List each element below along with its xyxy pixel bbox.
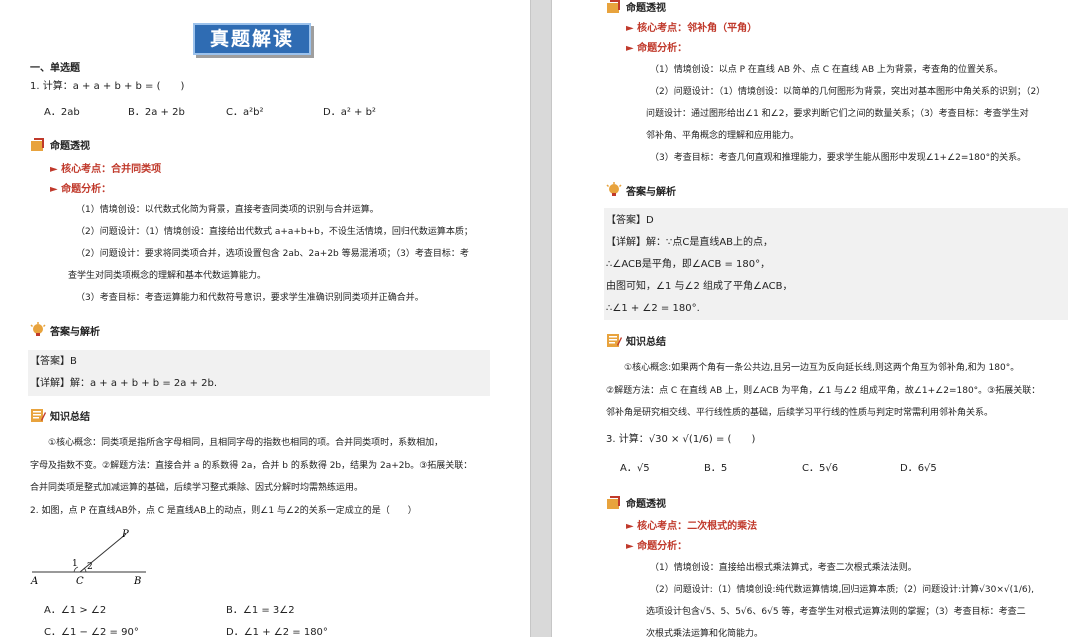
lightbulb-icon (30, 322, 46, 338)
summary-title: 知识总结 (626, 336, 666, 348)
q1-option-c: C．a²b² (226, 107, 264, 118)
core-point-2: ► 核心考点：二次根式的乘法 (626, 521, 758, 532)
question-2-stem: 2. 如图，点 P 在直线AB外，点 C 是直线AB上的动点，则∠1 与∠2的关… (30, 506, 417, 516)
analysis2-line-1: （1）情境创设：直接给出根式乘法算式，考查二次根式乘法法则。 (650, 563, 917, 573)
label-c: C (76, 576, 84, 587)
summary-line-1: ①核心概念：同类项是指所含字母相同，且相同字母的指数也相同的项。合并同类项时，系… (48, 438, 444, 448)
q2-option-c: C．∠1 − ∠2 = 90° (44, 627, 139, 637)
question-3-stem: 3. 计算：√30 × √(1/6) = ( ) (606, 434, 756, 445)
q1-option-b: B．2a + 2b (128, 107, 185, 118)
label-a: A (30, 576, 38, 587)
analysis-line-1: （1）情境创设：以代数式化简为背景，直接考查同类项的识别与合并运算。 (76, 205, 379, 215)
q2-option-a: A．∠1 > ∠2 (44, 605, 107, 616)
book-icon (606, 332, 622, 348)
core-point: ► 核心考点：邻补角（平角） (626, 23, 758, 34)
q1-option-a: A．2ab (44, 107, 80, 118)
analysis-line-5: （3）考查目标：考查运算能力和代数符号意识，要求学生准确识别同类项并正确合并。 (76, 293, 424, 303)
analysis-line-2: （2）问题设计：（1）情境创设：直接给出代数式 a+a+b+b，不设生活情境，回… (76, 227, 473, 237)
analysis-line-1: （1）情境创设：以点 P 在直线 AB 外、点 C 在直线 AB 上为背景，考查… (650, 65, 1003, 75)
q3-option-b: B．5 (704, 463, 728, 474)
answer-line: 【答案】B (30, 356, 77, 367)
lightbulb-icon (606, 182, 622, 198)
summary-line-2: 字母及指数不变。②解题方法：直接合并 a 的系数得 2a，合并 b 的系数得 2… (30, 461, 473, 471)
analysis-line-3: （2）问题设计：要求将同类项合并，选项设置包含 2ab、2a+2b 等易混淆项；… (76, 249, 469, 259)
summary-line-3: 邻补角是研究相交线、平行线性质的基础，后续学习平行线的性质与判定时常需利用邻补角… (606, 408, 994, 418)
summary-section-title-right: 知识总结 (606, 332, 666, 348)
angle-2-arc (83, 567, 87, 573)
q3-option-c: C．5√6 (802, 463, 839, 474)
analysis-line-4: 邻补角、平角概念的理解和应用能力。 (646, 131, 800, 141)
q1-option-d: D．a² + b² (323, 107, 376, 118)
summary-line-3: 合并同类项是整式加减运算的基础，后续学习整式乘除、因式分解时均需熟练运用。 (30, 483, 364, 493)
analysis2-section-title: 命题透视 (606, 494, 666, 510)
q3-option-a: A．√5 (620, 463, 650, 474)
analysis-line-3: 问题设计：通过图形给出∠1 和∠2，要求判断它们之间的数量关系；（3）考查目标：… (646, 109, 1029, 119)
detail-line-3: 由图可知，∠1 与∠2 组成了平角∠ACB， (606, 281, 793, 292)
label-2: 2 (87, 562, 93, 572)
section-heading: 一、单选题 (30, 63, 80, 74)
analysis-section-title-right: 命题透视 (606, 0, 666, 14)
label-1: 1 (72, 559, 78, 569)
summary-section-title: 知识总结 (30, 407, 90, 423)
pen-icon (606, 494, 622, 510)
detail-line-2: ∴∠ACB是平角，即∠ACB = 180°， (606, 259, 771, 270)
q2-option-d: D．∠1 + ∠2 = 180° (226, 627, 328, 637)
analysis2-label: ► 命题分析： (626, 541, 688, 552)
analysis2-title: 命题透视 (626, 498, 666, 510)
detail-line-1: 【详解】解：∵点C是直线AB上的点， (606, 237, 774, 248)
analysis2-line-3: 选项设计包含√5、5、5√6、6√5 等，考查学生对根式运算法则的掌握；（3）考… (646, 607, 1026, 617)
analysis-title: 命题透视 (626, 2, 666, 14)
answer-section-title: 答案与解析 (30, 322, 100, 338)
detail-line-4: ∴∠1 + ∠2 = 180°. (606, 303, 700, 314)
geometry-figure: P 1 2 A C B (30, 529, 146, 587)
analysis-title: 命题透视 (50, 140, 90, 152)
answer-line: 【答案】D (606, 215, 654, 226)
core-point: ► 核心考点：合并同类项 (50, 164, 162, 175)
analysis-label: ► 命题分析： (50, 184, 112, 195)
summary-line-1: ①核心概念:如果两个角有一条公共边,且另一边互为反向延长线,则这两个角互为邻补角… (624, 363, 1020, 373)
analysis-line-2: （2）问题设计：（1）情境创设：以简单的几何图形为背景，突出对基本图形中角关系的… (650, 87, 1046, 97)
question-1-stem: 1. 计算：a + a + b + b = ( ) (30, 81, 185, 92)
detail-line: 【详解】解：a + a + b + b = 2a + 2b. (30, 378, 218, 389)
analysis2-line-4: 次根式乘法运算和化简能力。 (646, 629, 764, 637)
page-gutter (530, 0, 552, 637)
analysis-line-5: （3）考查目标：考查几何直观和推理能力，要求学生能从图形中发现∠1+∠2=180… (650, 153, 1027, 163)
pen-icon (30, 136, 46, 152)
q2-option-b: B．∠1 = 3∠2 (226, 605, 295, 616)
label-p: P (121, 529, 129, 540)
book-icon (30, 407, 46, 423)
analysis-label: ► 命题分析： (626, 43, 688, 54)
answer-title: 答案与解析 (626, 186, 676, 198)
summary-line-2: ②解题方法：点 C 在直线 AB 上，则∠ACB 为平角，∠1 与∠2 组成平角… (606, 386, 1041, 396)
page-banner: 真题解读 (193, 23, 311, 55)
pen-icon (606, 0, 622, 14)
q3-option-d: D．6√5 (900, 463, 937, 474)
right-page: 命题透视 ► 核心考点：邻补角（平角） ► 命题分析： （1）情境创设：以点 P… (552, 0, 1080, 637)
answer-title: 答案与解析 (50, 326, 100, 338)
label-b: B (133, 576, 141, 587)
analysis-line-4: 查学生对同类项概念的理解和基本代数运算能力。 (68, 271, 267, 281)
answer-section-title-right: 答案与解析 (606, 182, 676, 198)
analysis-section-title: 命题透视 (30, 136, 90, 152)
summary-title: 知识总结 (50, 411, 90, 423)
analysis2-line-2: （2）问题设计:（1）情境创设:纯代数运算情境,回归运算本质;（2）问题设计:计… (650, 585, 1035, 595)
left-page: 真题解读 一、单选题 1. 计算：a + a + b + b = ( ) A．2… (0, 0, 530, 637)
